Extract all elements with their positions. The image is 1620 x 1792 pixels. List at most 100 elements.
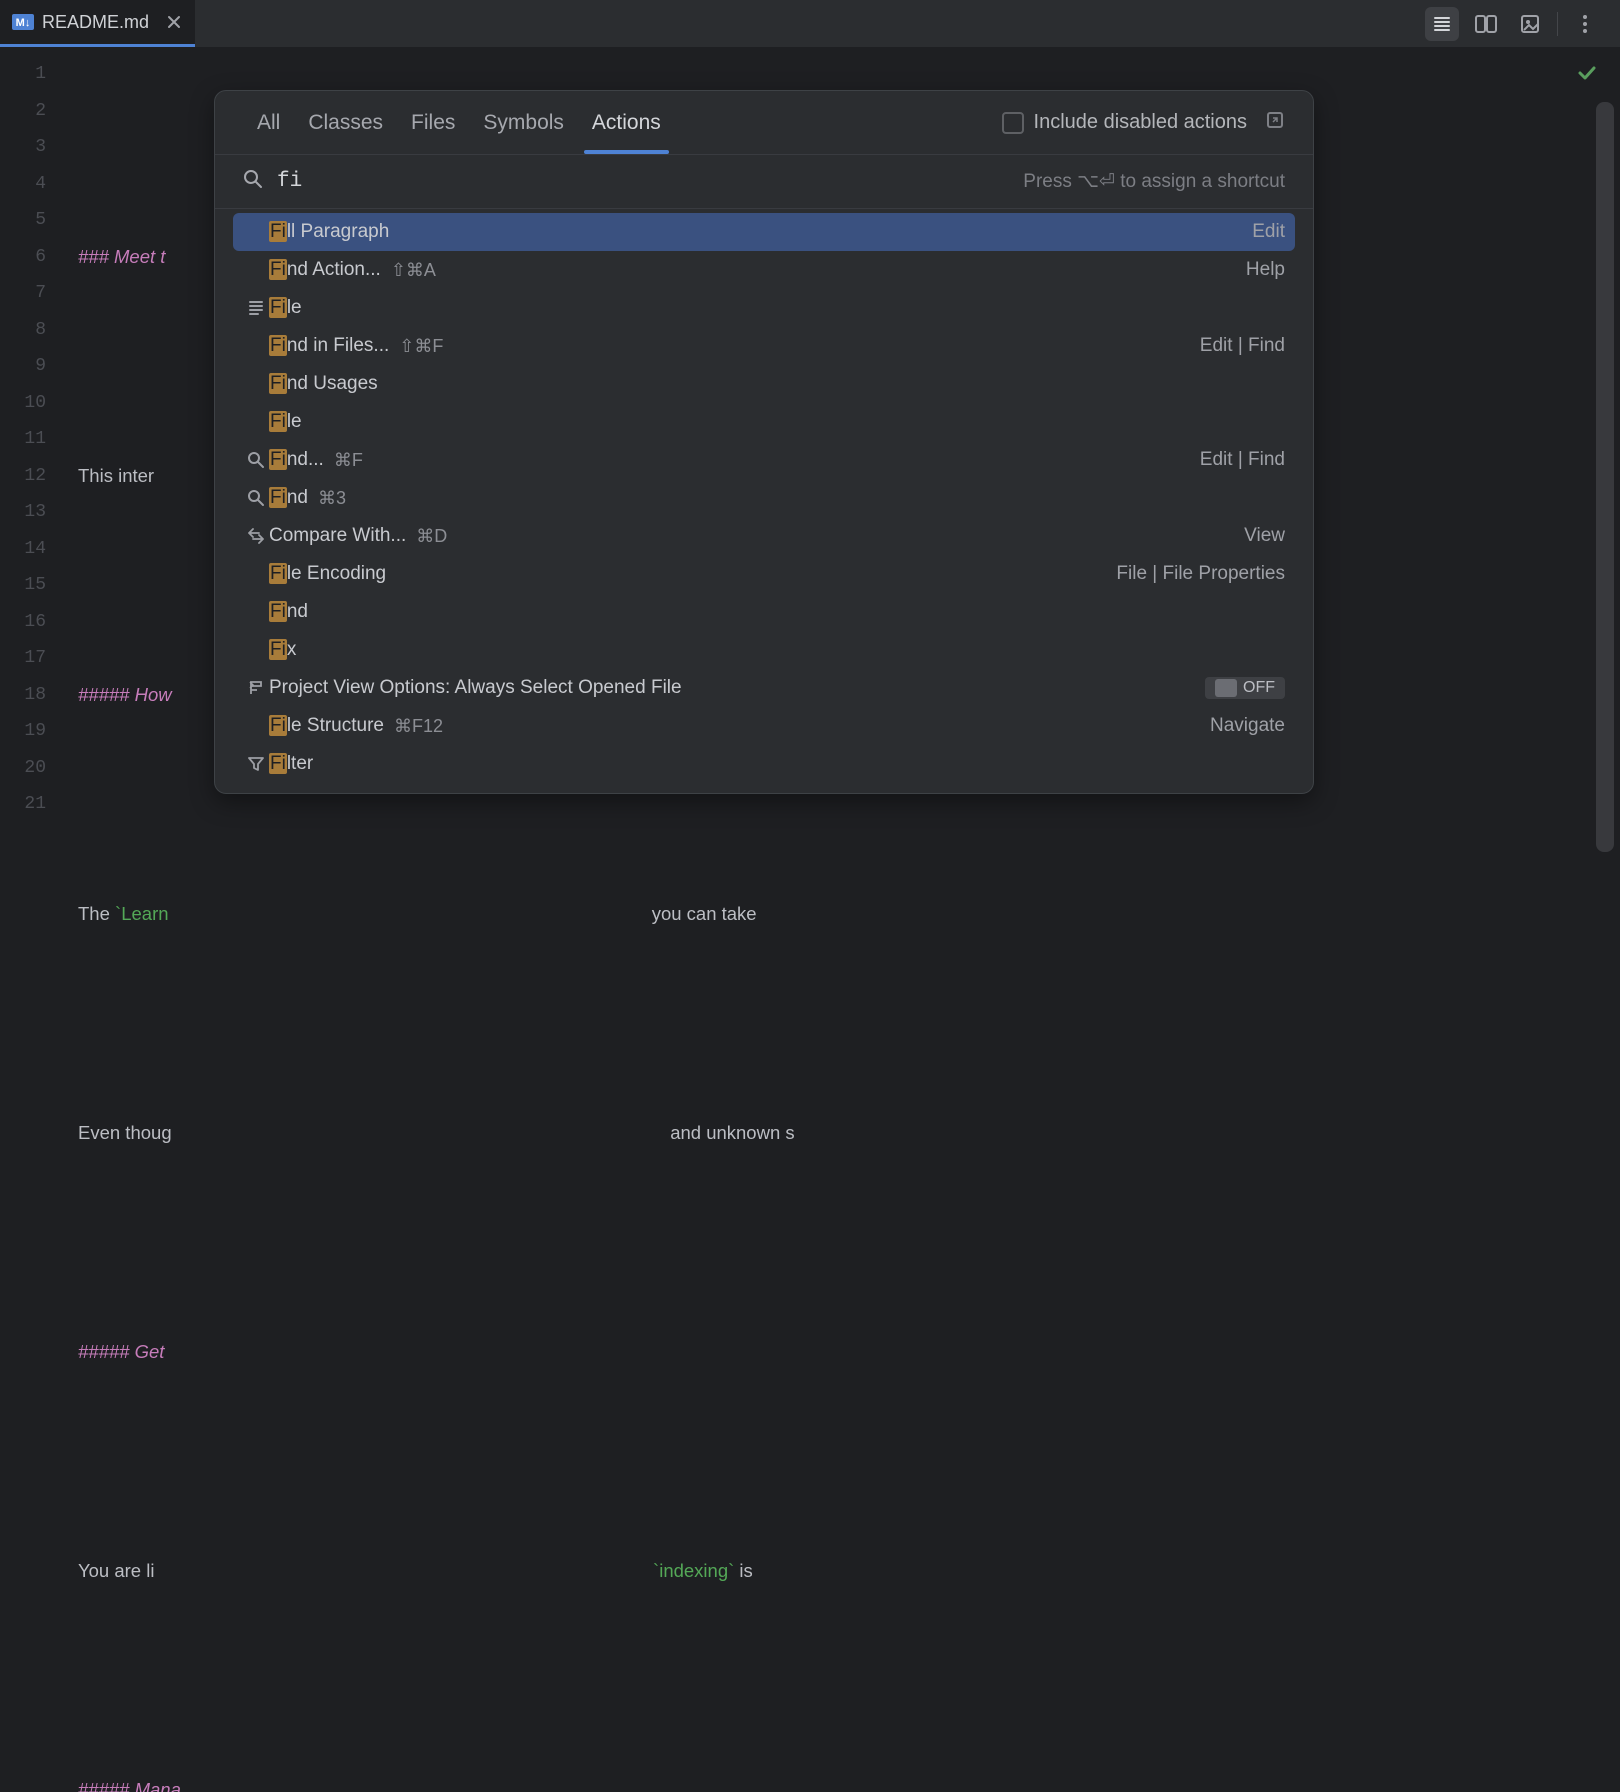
problems-status-icon[interactable] (1576, 62, 1598, 89)
result-row[interactable]: File Encoding File | File Properties (233, 555, 1295, 593)
result-name: File Encoding (269, 563, 386, 585)
result-row[interactable]: Find Action... ⇧⌘A Help (233, 251, 1295, 289)
line-number: 18 (0, 677, 68, 714)
line-number: 13 (0, 494, 68, 531)
result-row[interactable]: Compare With... ⌘D View (233, 517, 1295, 555)
line-number: 21 (0, 786, 68, 823)
result-name: Find Usages (269, 373, 378, 395)
result-row[interactable]: File (233, 289, 1295, 327)
result-name: Find (269, 601, 308, 623)
result-row[interactable]: Find Usages (233, 365, 1295, 403)
result-icon (243, 755, 269, 773)
line-number: 10 (0, 385, 68, 422)
result-name: Find Action... (269, 259, 381, 281)
result-row[interactable]: Find in Files... ⇧⌘F Edit | Find (233, 327, 1295, 365)
result-context: Help (1246, 259, 1285, 281)
result-row[interactable]: Find ⌘3 (233, 479, 1295, 517)
result-name: File (269, 297, 302, 319)
line-number: 12 (0, 458, 68, 495)
popup-tab-classes[interactable]: Classes (294, 91, 397, 154)
result-row[interactable]: Fill Paragraph Edit (233, 213, 1295, 251)
close-tab-icon[interactable] (165, 13, 183, 31)
line-number: 15 (0, 567, 68, 604)
toolbar-right (1425, 7, 1620, 41)
result-shortcut: ⌘3 (318, 488, 346, 509)
line-number: 20 (0, 750, 68, 787)
results-list: Fill ParagraphEditFind Action...⇧⌘AHelpF… (215, 209, 1313, 793)
result-icon (243, 489, 269, 507)
result-name: Filter (269, 753, 313, 775)
line-number: 16 (0, 604, 68, 641)
checkbox-icon (1002, 112, 1024, 134)
result-row[interactable]: Find (233, 593, 1295, 631)
popup-tab-all[interactable]: All (243, 91, 294, 154)
editor-tab[interactable]: M↓ README.md (0, 0, 195, 47)
line-number: 7 (0, 275, 68, 312)
line-number: 11 (0, 421, 68, 458)
pin-popup-icon[interactable] (1265, 110, 1285, 135)
tab-bar: M↓ README.md (0, 0, 1620, 48)
result-name: File Structure (269, 715, 384, 737)
tab-filename: README.md (42, 12, 149, 33)
result-context: Edit (1252, 221, 1285, 243)
line-number: 8 (0, 312, 68, 349)
result-name: Find (269, 487, 308, 509)
search-row: Press ⌥⏎ to assign a shortcut (215, 155, 1313, 209)
result-name: Fix (269, 639, 296, 661)
result-shortcut: ⌘F (334, 450, 363, 471)
result-context: Navigate (1210, 715, 1285, 737)
result-name: File (269, 411, 302, 433)
result-name: Compare With... (269, 525, 406, 547)
svg-text:M↓: M↓ (16, 17, 31, 29)
result-row[interactable]: Fix (233, 631, 1295, 669)
toolbar-divider (1557, 12, 1558, 36)
result-icon (243, 299, 269, 317)
toggle-off[interactable]: OFF (1205, 677, 1285, 699)
include-disabled-checkbox[interactable]: Include disabled actions (1002, 111, 1247, 134)
result-shortcut: ⇧⌘F (399, 336, 443, 357)
result-row[interactable]: File (233, 403, 1295, 441)
line-number: 1 (0, 56, 68, 93)
line-number: 5 (0, 202, 68, 239)
preview-button[interactable] (1513, 7, 1547, 41)
line-number: 14 (0, 531, 68, 568)
search-hint: Press ⌥⏎ to assign a shortcut (1023, 170, 1285, 193)
line-number-gutter: 1 2 3 4 5 6 7 8 9 10 11 12 13 14 15 16 1… (0, 48, 68, 896)
popup-tab-symbols[interactable]: Symbols (469, 91, 578, 154)
line-number: 9 (0, 348, 68, 385)
result-row[interactable]: Project View Options: Always Select Open… (233, 669, 1295, 707)
result-row[interactable]: File Structure ⌘F12 Navigate (233, 707, 1295, 745)
vertical-scrollbar[interactable] (1596, 102, 1614, 852)
line-number: 2 (0, 93, 68, 130)
result-row[interactable]: Find... ⌘F Edit | Find (233, 441, 1295, 479)
line-number: 6 (0, 239, 68, 276)
line-number: 19 (0, 713, 68, 750)
result-icon (243, 679, 269, 697)
result-shortcut: ⌘F12 (394, 716, 443, 737)
popup-tab-bar: All Classes Files Symbols Actions Includ… (215, 91, 1313, 155)
line-number: 4 (0, 166, 68, 203)
result-context: View (1244, 525, 1285, 547)
result-icon (243, 451, 269, 469)
markdown-file-icon: M↓ (12, 14, 34, 30)
result-row[interactable]: Filter (233, 745, 1295, 783)
result-shortcut: ⇧⌘A (391, 260, 436, 281)
more-menu-icon[interactable] (1568, 7, 1602, 41)
result-name: Find... (269, 449, 324, 471)
result-context: Edit | Find (1200, 335, 1285, 357)
popup-tab-files[interactable]: Files (397, 91, 469, 154)
result-name: Fill Paragraph (269, 221, 389, 243)
editor-layout-button[interactable] (1425, 7, 1459, 41)
popup-tab-actions[interactable]: Actions (578, 91, 675, 154)
result-name: Find in Files... (269, 335, 389, 357)
result-context: File | File Properties (1116, 563, 1285, 585)
result-icon (243, 527, 269, 545)
line-number: 17 (0, 640, 68, 677)
search-everywhere-popup: All Classes Files Symbols Actions Includ… (214, 90, 1314, 794)
line-number: 3 (0, 129, 68, 166)
search-input[interactable] (277, 170, 1023, 193)
result-shortcut: ⌘D (416, 526, 447, 547)
result-context: Edit | Find (1200, 449, 1285, 471)
checkbox-label: Include disabled actions (1034, 111, 1247, 134)
split-layout-button[interactable] (1469, 7, 1503, 41)
